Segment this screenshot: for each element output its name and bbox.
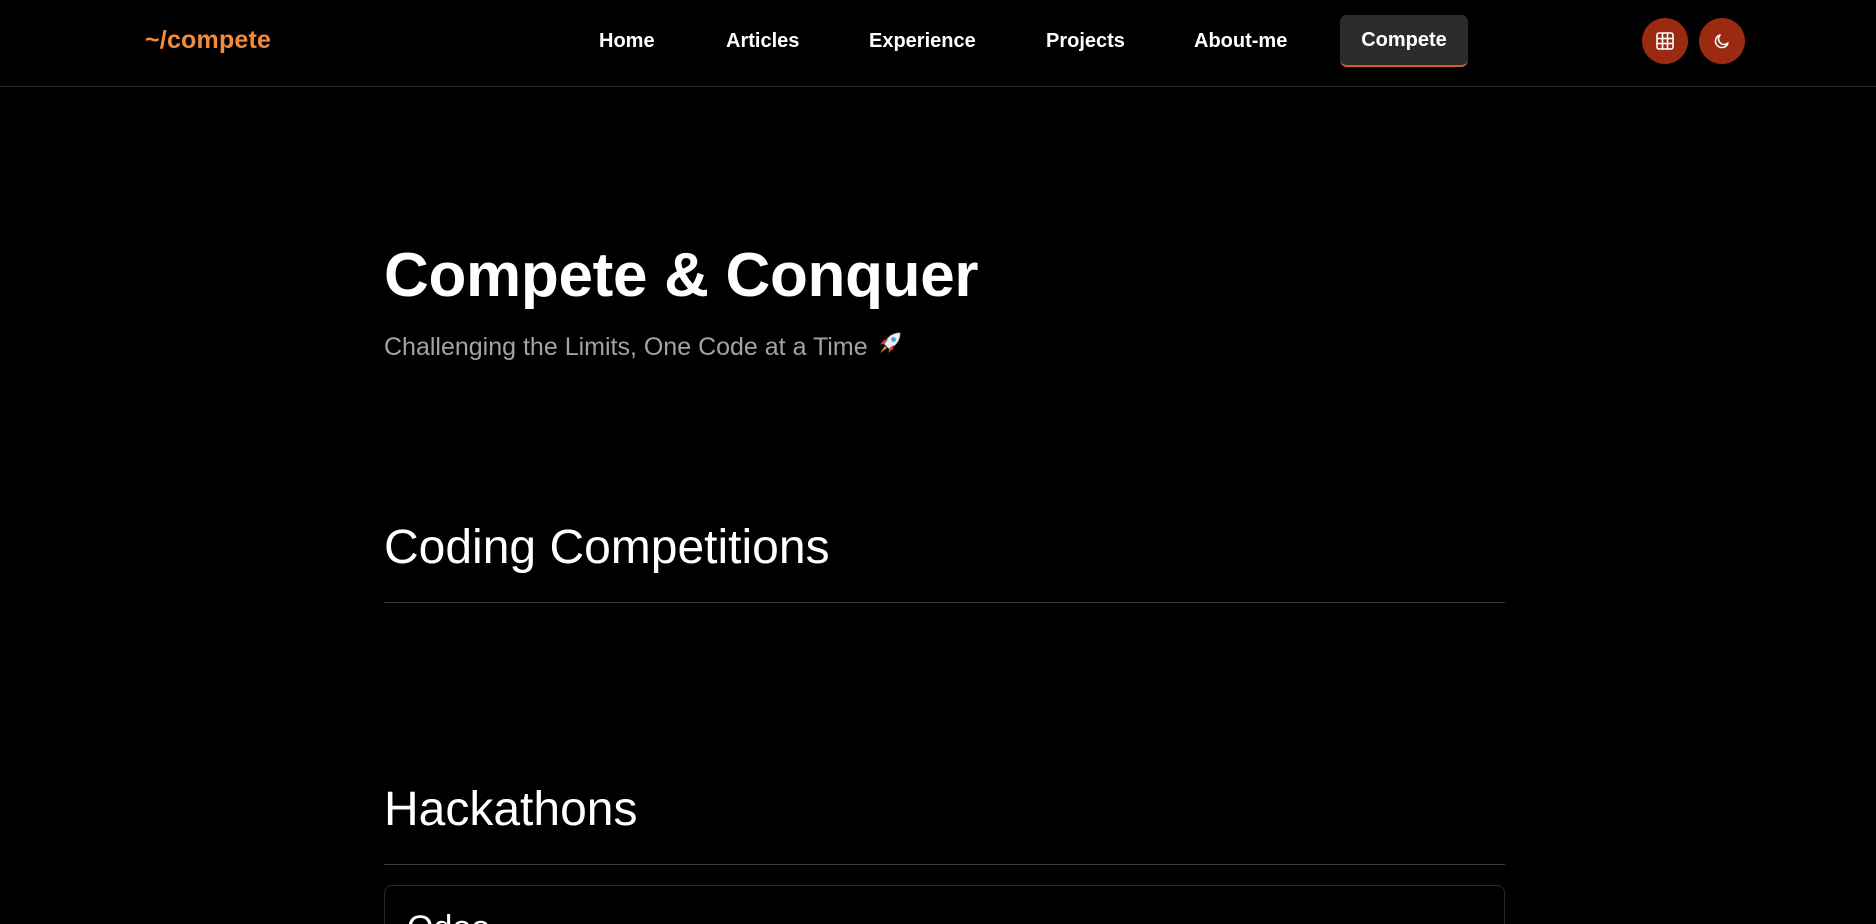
section-divider — [384, 602, 1505, 603]
section-title-hackathons: Hackathons — [384, 783, 638, 836]
page-subtitle: Challenging the Limits, One Code at a Ti… — [384, 329, 904, 364]
top-navbar: ~/compete Home Articles Experience Proje… — [0, 0, 1876, 87]
grid-view-button[interactable] — [1642, 18, 1688, 64]
section-title-coding-competitions: Coding Competitions — [384, 521, 830, 574]
grid-icon — [1656, 32, 1674, 50]
subtitle-text: Challenging the Limits, One Code at a Ti… — [384, 333, 868, 361]
moon-icon — [1714, 34, 1729, 49]
nav-about-me[interactable]: About-me — [1194, 15, 1287, 67]
site-logo[interactable]: ~/compete — [145, 26, 271, 55]
hackathon-card-title: Odoo — [407, 909, 490, 924]
hackathon-card[interactable]: Odoo — [384, 885, 1505, 924]
theme-toggle-button[interactable] — [1699, 18, 1745, 64]
nav-home[interactable]: Home — [599, 15, 655, 67]
nav-articles[interactable]: Articles — [726, 15, 799, 67]
nav-experience[interactable]: Experience — [869, 15, 976, 67]
rocket-icon — [876, 329, 904, 364]
nav-projects[interactable]: Projects — [1046, 15, 1125, 67]
nav-compete[interactable]: Compete — [1340, 15, 1468, 67]
page-title: Compete & Conquer — [384, 241, 979, 310]
section-divider — [384, 864, 1505, 865]
